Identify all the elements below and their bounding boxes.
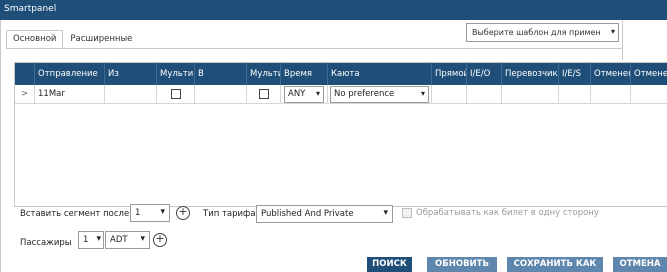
add-passenger-icon[interactable]: +	[153, 233, 167, 247]
tab-divider	[6, 48, 667, 49]
row-marker: >	[15, 85, 35, 104]
header-marker	[15, 63, 35, 85]
passengers-count-select[interactable]: 1 ▾	[78, 231, 104, 249]
multi-from-checkbox[interactable]	[171, 89, 181, 99]
fare-type-label: Тип тарифа:	[203, 209, 259, 219]
multi-to-checkbox[interactable]	[259, 89, 269, 99]
template-select[interactable]: Выберите шаблон для примен ▾	[466, 23, 619, 42]
tab-bar: Основной Расширенные	[6, 30, 139, 49]
header-departure[interactable]: Отправление	[35, 63, 105, 85]
passenger-type-value: ADT	[110, 235, 128, 245]
insert-segment-select[interactable]: 1 ▾	[130, 204, 170, 222]
header-direct[interactable]: Прямой	[432, 63, 467, 85]
cabin-select-value: No preference	[334, 89, 395, 99]
header-to[interactable]: В	[195, 63, 247, 85]
smartpanel-body: Основной Расширенные Выберите шаблон для…	[0, 20, 667, 272]
header-cancelled[interactable]: Отменен	[591, 63, 631, 85]
search-button[interactable]: ПОИСК	[367, 257, 412, 272]
segments-grid: Отправление Из Мульти В Мульти Время Каю…	[14, 62, 667, 207]
cabin-select[interactable]: No preference ▾	[330, 86, 429, 103]
header-cancelled-2[interactable]: Отмене	[631, 63, 667, 85]
multi-to-cell	[247, 85, 281, 104]
ies-cell[interactable]	[559, 85, 591, 104]
cabin-cell: No preference ▾	[328, 85, 432, 104]
ieo-cell[interactable]	[467, 85, 502, 104]
tab-advanced[interactable]: Расширенные	[63, 30, 139, 49]
chevron-down-icon: ▾	[315, 89, 320, 98]
oneway-checkbox[interactable]	[402, 208, 412, 218]
insert-segment-label: Вставить сегмент после:	[20, 209, 133, 219]
header-ies[interactable]: I/E/S	[559, 63, 591, 85]
window-title: Smartpanel	[4, 4, 57, 14]
cancelled-2-cell[interactable]	[631, 85, 667, 104]
add-segment-icon[interactable]: +	[176, 206, 190, 220]
passenger-type-select[interactable]: ADT ▾	[105, 231, 150, 249]
fare-type-value: Published And Private	[261, 209, 354, 219]
header-ieo[interactable]: I/E/O	[467, 63, 502, 85]
grid-header: Отправление Из Мульти В Мульти Время Каю…	[15, 63, 667, 85]
direct-cell[interactable]	[432, 85, 467, 104]
departure-cell[interactable]: 11Mar	[35, 85, 105, 104]
tab-main[interactable]: Основной	[6, 30, 64, 49]
fare-type-select[interactable]: Published And Private ▾	[256, 205, 393, 223]
header-time[interactable]: Время	[281, 63, 328, 85]
table-row[interactable]: > 11Mar ANY ▾ No preference ▾	[15, 85, 667, 104]
oneway-label: Обрабатывать как билет в одну сторону	[416, 208, 599, 218]
header-multi-to[interactable]: Мульти	[247, 63, 281, 85]
template-select-value: Выберите шаблон для примен	[472, 28, 601, 37]
header-multi-from[interactable]: Мульти	[157, 63, 195, 85]
header-cabin[interactable]: Каюта	[328, 63, 432, 85]
chevron-down-icon: ▾	[420, 89, 425, 98]
chevron-down-icon: ▾	[383, 208, 388, 218]
carrier-cell[interactable]	[502, 85, 559, 104]
time-cell: ANY ▾	[281, 85, 328, 104]
from-cell[interactable]	[105, 85, 157, 104]
multi-from-cell	[157, 85, 195, 104]
save-as-button[interactable]: СОХРАНИТЬ КАК	[507, 257, 603, 272]
header-carrier[interactable]: Перевозчик	[502, 63, 559, 85]
chevron-down-icon: ▾	[160, 207, 165, 217]
window-title-bar: Smartpanel	[0, 0, 667, 20]
time-select-value: ANY	[288, 89, 306, 99]
insert-segment-value: 1	[135, 208, 141, 218]
time-select[interactable]: ANY ▾	[284, 86, 324, 103]
to-cell[interactable]	[195, 85, 247, 104]
passengers-label: Пассажиры	[20, 238, 72, 248]
cancelled-cell[interactable]	[591, 85, 631, 104]
chevron-down-icon: ▾	[610, 27, 615, 36]
passengers-count-value: 1	[83, 235, 89, 245]
chevron-down-icon: ▾	[140, 234, 145, 244]
header-from[interactable]: Из	[105, 63, 157, 85]
cancel-button[interactable]: ОТМЕНА	[613, 257, 667, 272]
chevron-down-icon: ▾	[96, 234, 101, 244]
template-side-panel	[622, 20, 667, 60]
refresh-button[interactable]: ОБНОВИТЬ	[427, 257, 497, 272]
